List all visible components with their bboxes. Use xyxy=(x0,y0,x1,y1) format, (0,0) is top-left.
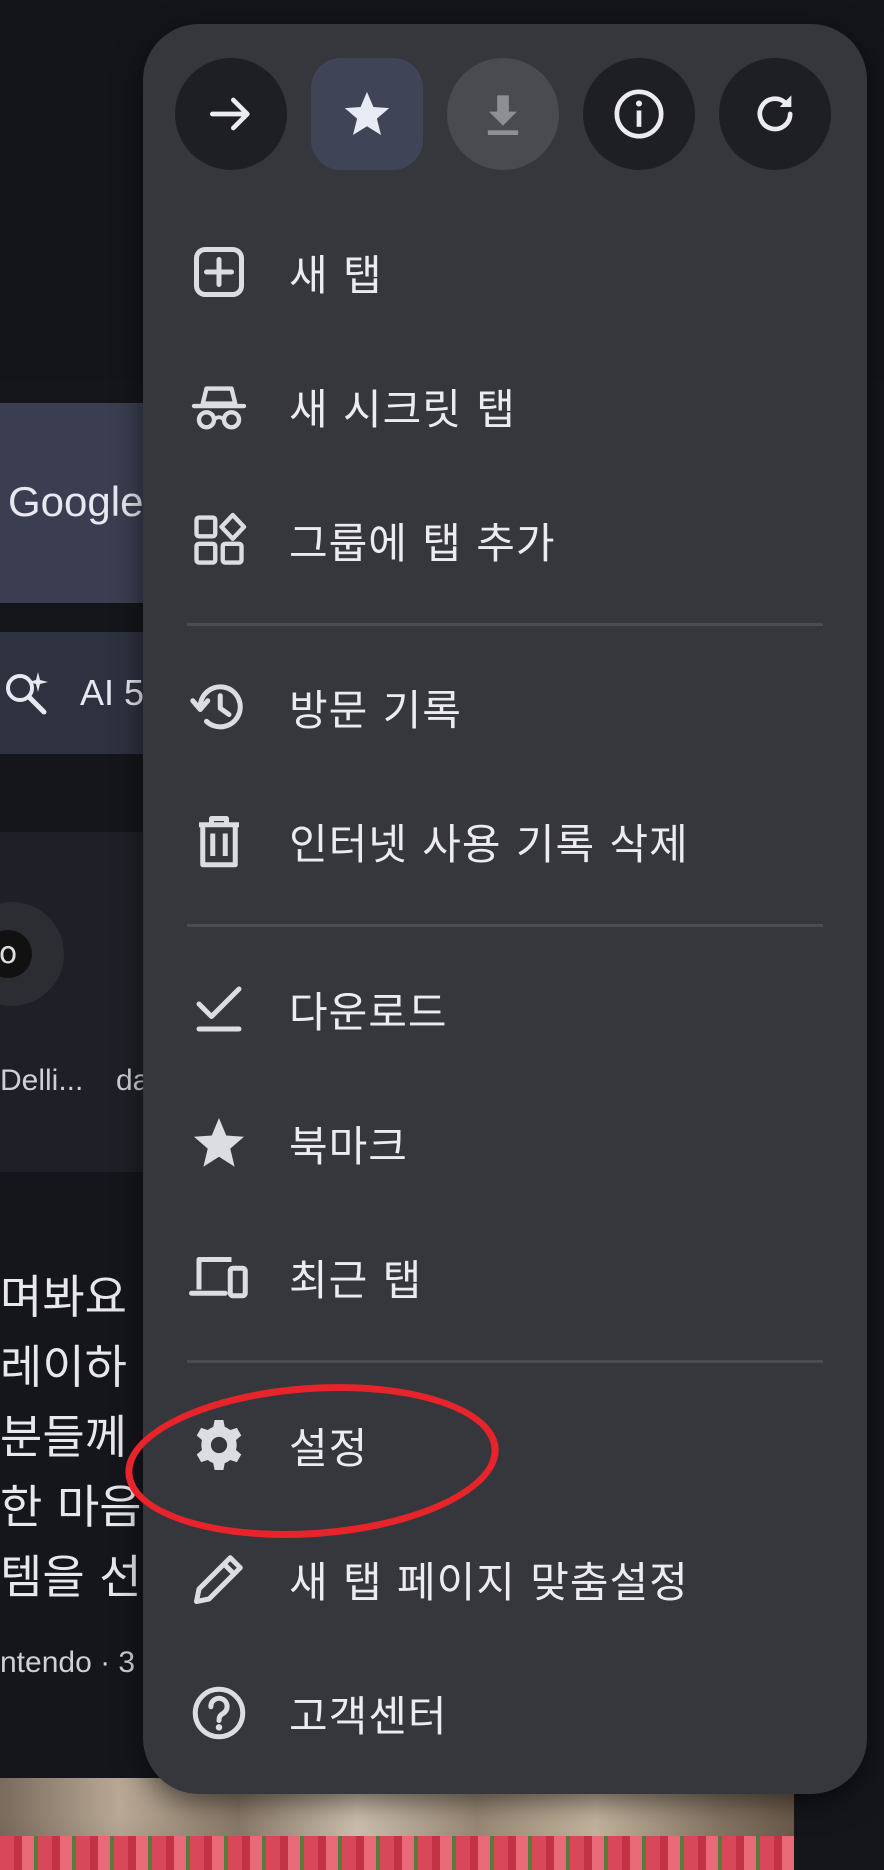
background-shortcut-label: Delli... xyxy=(0,1064,84,1097)
menu-item-label: 최근 탭 xyxy=(289,1255,423,1305)
pencil-icon xyxy=(187,1547,251,1611)
forward-button[interactable] xyxy=(175,58,287,170)
background-ai-label: AI 5 xyxy=(80,672,145,713)
forward-icon xyxy=(210,97,250,131)
info-icon xyxy=(614,89,664,139)
star-icon xyxy=(187,1111,251,1175)
menu-item-recent-tabs[interactable]: 최근 탭 xyxy=(143,1222,867,1332)
devices-icon xyxy=(187,1245,251,1309)
menu-divider xyxy=(187,623,823,626)
menu-toolbar xyxy=(175,58,835,170)
help-icon xyxy=(187,1681,251,1745)
download-done-icon xyxy=(187,977,251,1041)
menu-item-new-incognito-tab[interactable]: 새 시크릿 탭 xyxy=(143,351,867,461)
menu-item-bookmarks[interactable]: 북마크 xyxy=(143,1088,867,1198)
history-icon xyxy=(187,675,251,739)
reload-icon xyxy=(757,95,793,132)
menu-item-label: 새 탭 페이지 맞춤설정 xyxy=(289,1557,689,1607)
menu-item-label: 그룹에 탭 추가 xyxy=(289,518,556,568)
menu-item-label: 다운로드 xyxy=(289,987,448,1037)
page-info-button[interactable] xyxy=(583,58,695,170)
menu-item-label: 새 시크릿 탭 xyxy=(289,384,516,434)
menu-item-label: 방문 기록 xyxy=(289,685,462,735)
menu-divider xyxy=(187,924,823,927)
incognito-icon xyxy=(187,374,251,438)
menu-item-label: 고객센터 xyxy=(289,1691,448,1741)
bookmark-button[interactable] xyxy=(311,58,423,170)
add-box-icon xyxy=(187,240,251,304)
menu-item-help-center[interactable]: 고객센터 xyxy=(143,1658,867,1768)
menu-item-label: 설정 xyxy=(289,1423,369,1473)
menu-item-settings[interactable]: 설정 xyxy=(143,1390,867,1500)
gear-icon xyxy=(187,1413,251,1477)
background-article-meta: ntendo · 3 xyxy=(0,1646,136,1679)
menu-item-customize-new-tab-page[interactable]: 새 탭 페이지 맞춤설정 xyxy=(143,1524,867,1634)
menu-divider xyxy=(187,1360,823,1363)
chrome-overflow-menu: 새 탭 새 시크릿 탭 그룹에 탭 추가 방문 기록 인터넷 사용 기록 삭제 xyxy=(143,24,867,1794)
menu-item-label: 인터넷 사용 기록 삭제 xyxy=(289,819,689,869)
menu-item-downloads[interactable]: 다운로드 xyxy=(143,954,867,1064)
tab-group-icon xyxy=(187,508,251,572)
star-icon xyxy=(344,91,390,135)
menu-item-clear-browsing-data[interactable]: 인터넷 사용 기록 삭제 xyxy=(143,786,867,896)
ai-search-icon xyxy=(2,668,52,729)
download-button[interactable] xyxy=(447,58,559,170)
menu-item-new-tab[interactable]: 새 탭 xyxy=(143,217,867,327)
menu-item-history[interactable]: 방문 기록 xyxy=(143,652,867,762)
background-search-text: Google xyxy=(8,478,144,525)
menu-item-label: 새 탭 xyxy=(289,250,383,300)
trash-icon xyxy=(187,809,251,873)
download-icon xyxy=(487,95,519,135)
menu-item-add-tab-to-group[interactable]: 그룹에 탭 추가 xyxy=(143,485,867,595)
reload-button[interactable] xyxy=(719,58,831,170)
menu-item-label: 북마크 xyxy=(289,1121,408,1171)
